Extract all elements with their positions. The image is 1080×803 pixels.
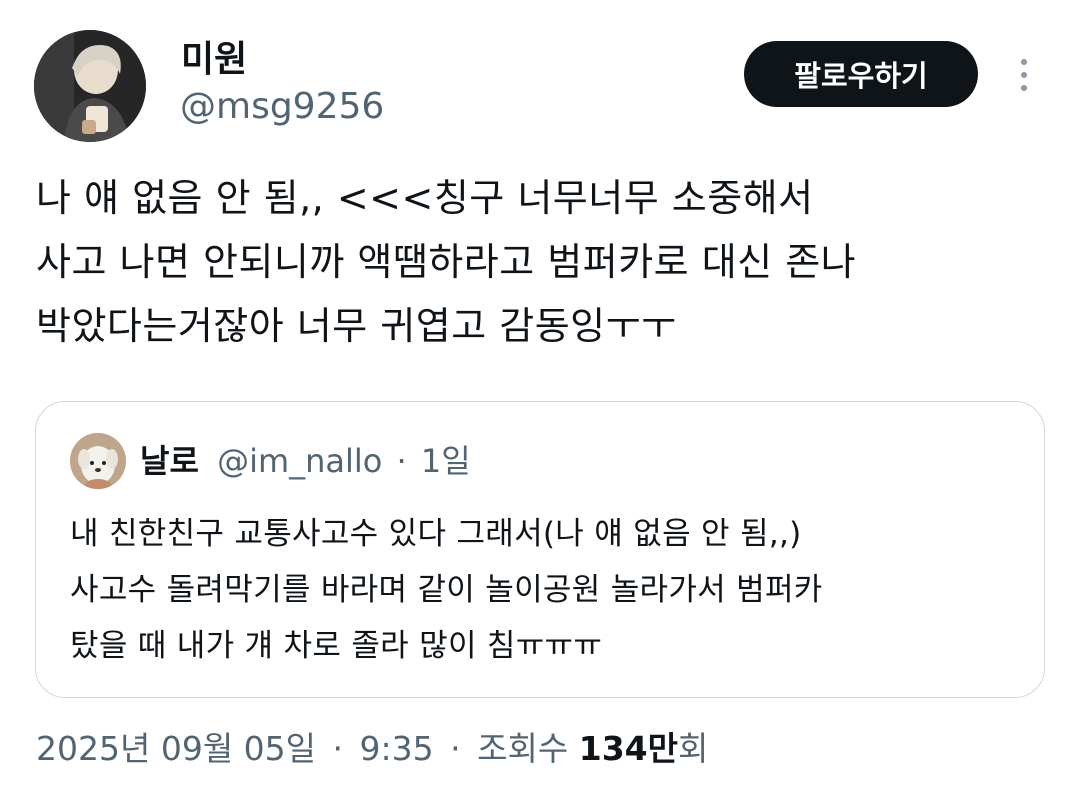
tweet-date[interactable]: 2025년 09월 05일	[36, 729, 316, 768]
follow-button[interactable]: 팔로우하기	[744, 41, 978, 107]
views-count[interactable]: 134만	[579, 729, 678, 768]
meta-separator: ·	[332, 729, 344, 768]
quote-author-handle[interactable]: @im_nallo	[217, 442, 382, 480]
quote-text-line: 사고수 돌려막기를 바라며 같이 놀이공원 놀라가서 범퍼카	[70, 572, 823, 608]
tweet-text: 나 얘 없음 안 됨,, <<<칭구 너무너무 소중해서 사고 나면 안되니까 …	[36, 166, 1046, 358]
tweet-text-line: 박았다는거잖아 너무 귀엽고 감동잉ㅜㅜ	[36, 304, 677, 348]
views-label: 조회수	[477, 729, 569, 768]
quote-separator: ·	[396, 442, 407, 480]
author-display-name[interactable]: 미원	[181, 38, 247, 82]
author-avatar[interactable]	[34, 30, 146, 142]
quote-author-avatar[interactable]	[70, 433, 126, 489]
views-unit: 회	[677, 729, 709, 768]
quote-header: 날로 @im_nallo · 1일	[140, 440, 471, 482]
tweet-time[interactable]: 9:35	[360, 729, 434, 768]
quote-text: 내 친한친구 교통사고수 있다 그래서(나 얘 없음 안 됨,,) 사고수 돌려…	[70, 506, 1020, 674]
quote-text-line: 탔을 때 내가 걔 차로 졸라 많이 침ㅠㅠㅠ	[70, 628, 603, 664]
profile-photo-icon	[34, 30, 146, 142]
quote-timestamp[interactable]: 1일	[421, 442, 471, 480]
dog-photo-icon	[70, 433, 126, 489]
tweet-text-line: 사고 나면 안되니까 액땜하라고 범퍼카로 대신 존나	[36, 240, 857, 284]
more-vertical-icon-dot	[1021, 72, 1027, 78]
quote-text-line: 내 친한친구 교통사고수 있다 그래서(나 얘 없음 안 됨,,)	[70, 516, 802, 552]
quoted-tweet-card[interactable]: 날로 @im_nallo · 1일 내 친한친구 교통사고수 있다 그래서(나 …	[35, 401, 1045, 698]
meta-separator: ·	[450, 729, 461, 768]
more-vertical-icon-dot	[1021, 59, 1027, 65]
quote-author-name[interactable]: 날로	[140, 442, 199, 480]
tweet-meta: 2025년 09월 05일 · 9:35 · 조회수 134만회	[36, 726, 708, 772]
tweet-text-line: 나 얘 없음 안 됨,, <<<칭구 너무너무 소중해서	[36, 176, 814, 220]
more-vertical-icon-dot	[1021, 85, 1027, 91]
more-options-button[interactable]	[1008, 52, 1040, 98]
author-handle[interactable]: @msg9256	[180, 84, 384, 130]
